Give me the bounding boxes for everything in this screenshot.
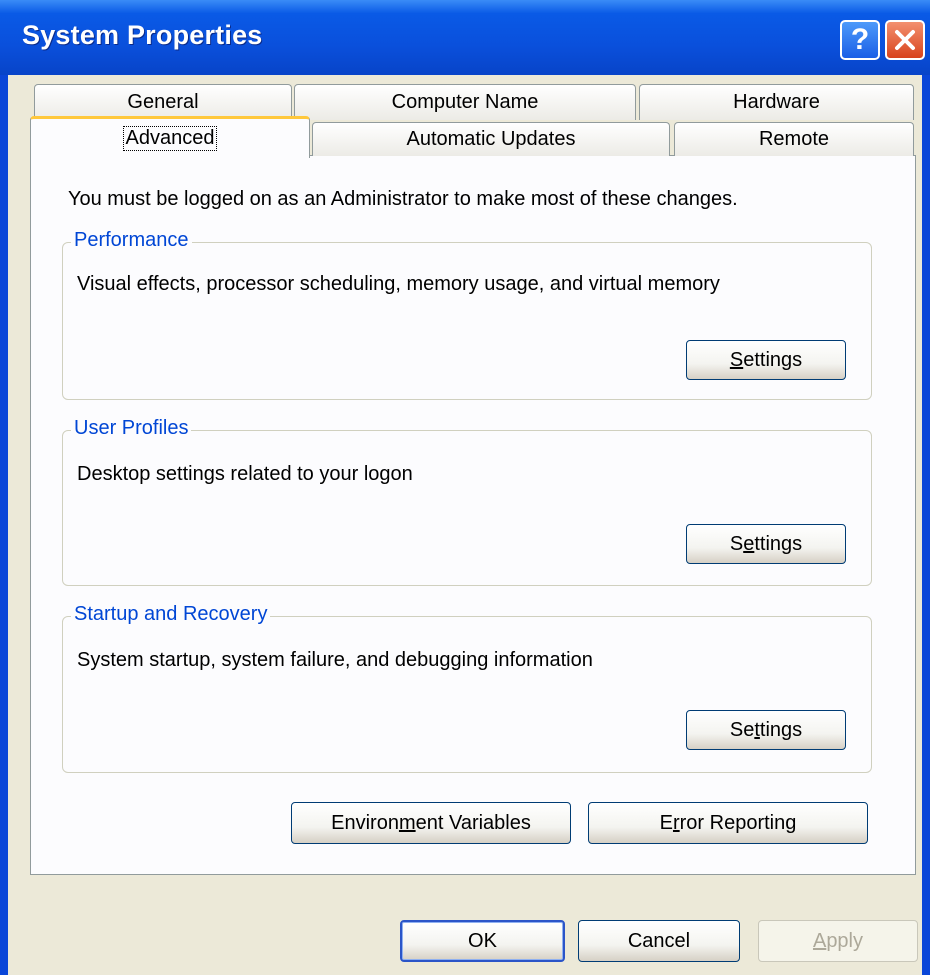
button-label: OK [468, 929, 497, 952]
performance-settings-button[interactable]: Settings [686, 340, 846, 380]
tab-computer-name[interactable]: Computer Name [294, 84, 636, 120]
tab-label: Hardware [733, 91, 820, 113]
tab-label: Remote [758, 128, 830, 150]
group-description: Desktop settings related to your logon [77, 463, 413, 485]
button-label: Settings [729, 532, 803, 555]
admin-notice: You must be logged on as an Administrato… [68, 188, 738, 210]
ok-button[interactable]: OK [400, 920, 565, 962]
system-properties-window: System Properties ? General Computer Nam… [0, 0, 930, 975]
button-label: Settings [729, 348, 803, 371]
close-button[interactable] [885, 20, 925, 60]
apply-button[interactable]: Apply [758, 920, 918, 962]
tab-automatic-updates[interactable]: Automatic Updates [312, 122, 670, 156]
button-label: Settings [729, 718, 803, 741]
button-label: Cancel [627, 929, 691, 952]
tab-general[interactable]: General [34, 84, 292, 120]
button-label: Apply [812, 929, 864, 952]
tab-remote[interactable]: Remote [674, 122, 914, 156]
user-profiles-settings-button[interactable]: Settings [686, 524, 846, 564]
environment-variables-button[interactable]: Environment Variables [291, 802, 571, 844]
button-label: Error Reporting [659, 811, 797, 834]
tab-label: Computer Name [391, 91, 539, 113]
group-description: Visual effects, processor scheduling, me… [77, 273, 720, 295]
tab-hardware[interactable]: Hardware [639, 84, 914, 120]
tab-label: Automatic Updates [406, 128, 576, 150]
group-label: Startup and Recovery [71, 603, 271, 626]
tab-label: Advanced [122, 126, 218, 151]
help-button[interactable]: ? [840, 20, 880, 60]
close-icon [895, 30, 915, 50]
error-reporting-button[interactable]: Error Reporting [588, 802, 868, 844]
startup-recovery-settings-button[interactable]: Settings [686, 710, 846, 750]
group-label: Performance [71, 229, 192, 252]
group-label: User Profiles [71, 417, 192, 440]
window-title: System Properties [22, 20, 263, 50]
tab-advanced[interactable]: Advanced [30, 116, 310, 158]
group-description: System startup, system failure, and debu… [77, 649, 593, 671]
button-label: Environment Variables [331, 811, 531, 834]
title-bar[interactable]: System Properties ? [0, 0, 930, 75]
cancel-button[interactable]: Cancel [578, 920, 740, 962]
tab-label: General [127, 91, 199, 113]
help-icon: ? [850, 23, 870, 56]
